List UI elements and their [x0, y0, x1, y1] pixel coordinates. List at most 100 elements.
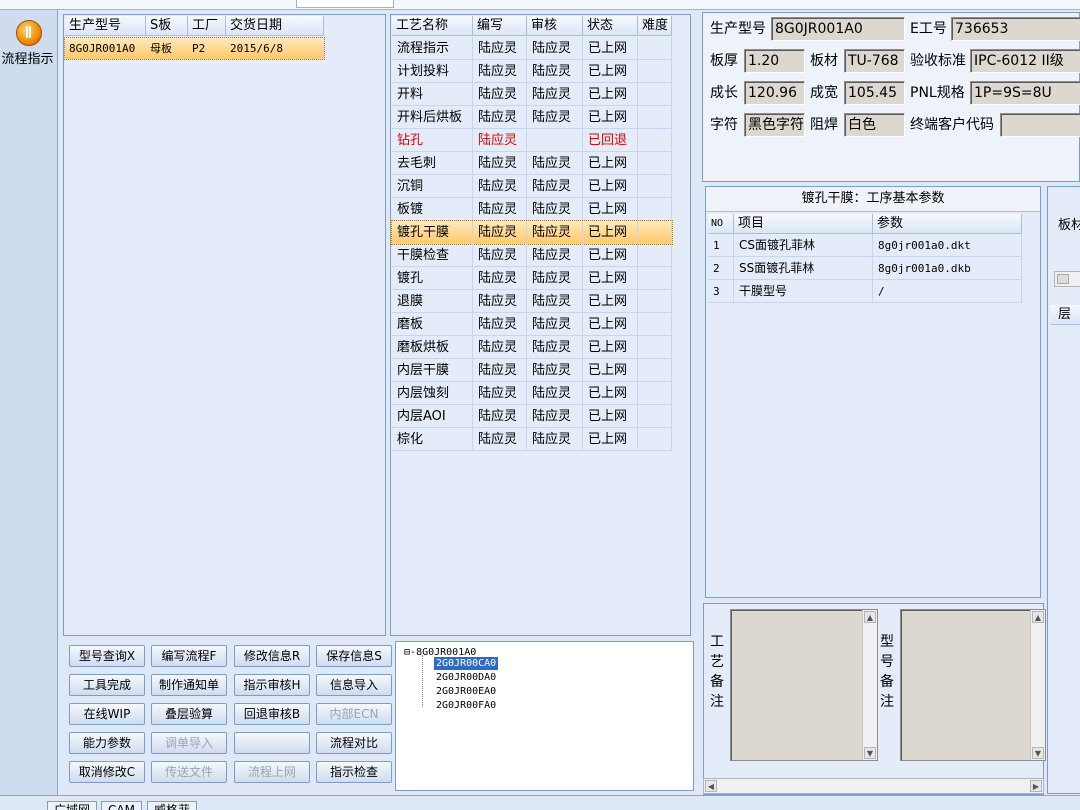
table-row[interactable]: 开料后烘板 陆应灵 陆应灵 已上网 [392, 106, 672, 129]
table-row[interactable]: 干膜检查 陆应灵 陆应灵 已上网 [392, 244, 672, 267]
table-row[interactable]: 去毛刺 陆应灵 陆应灵 已上网 [392, 152, 672, 175]
table-row[interactable]: 2 SS面镀孔菲林 8g0jr001a0.dkb [708, 257, 1022, 280]
col-difficulty[interactable]: 难度 [638, 16, 672, 36]
action-button-3-1[interactable]: 在线WIP [69, 703, 145, 725]
table-row[interactable]: 沉铜 陆应灵 陆应灵 已上网 [392, 175, 672, 198]
top-tab[interactable] [296, 0, 394, 8]
table-row[interactable]: 3 干膜型号 / [708, 280, 1022, 303]
table-row[interactable]: 退膜 陆应灵 陆应灵 已上网 [392, 290, 672, 313]
tree-node[interactable]: 2G0JR00CA0 [434, 657, 499, 670]
action-button-5-1[interactable]: 取消修改C [69, 761, 145, 783]
table-row[interactable]: 内层AOI 陆应灵 陆应灵 已上网 [392, 405, 672, 428]
scroll-right-icon[interactable]: ▶ [1030, 780, 1042, 792]
process-instruction-nav-button[interactable]: 流程指示 [1, 18, 56, 72]
table-row[interactable]: 棕化 陆应灵 陆应灵 已上网 [392, 428, 672, 451]
cell-author: 陆应灵 [473, 198, 527, 221]
width-field[interactable]: 105.45 [844, 81, 905, 105]
action-button-5-3[interactable]: 流程上网 [234, 761, 310, 783]
tab-third[interactable]: 威格菲 [147, 801, 198, 810]
tab-cam[interactable]: CAM [101, 801, 142, 810]
action-button-4-2[interactable]: 调单导入 [151, 732, 227, 754]
table-row[interactable]: 磨板烘板 陆应灵 陆应灵 已上网 [392, 336, 672, 359]
action-button-2-1[interactable]: 工具完成 [69, 674, 145, 696]
action-button-3-3[interactable]: 回退审核B [234, 703, 310, 725]
scroll-up-icon[interactable]: ▲ [864, 611, 876, 623]
col-item[interactable]: 项目 [734, 214, 873, 234]
tree-node[interactable]: 2G0JR00EA0 [436, 685, 496, 698]
action-button-2-4[interactable]: 信息导入 [316, 674, 392, 696]
process-note-label: 工艺备注 [710, 634, 724, 710]
table-row[interactable]: 板镀 陆应灵 陆应灵 已上网 [392, 198, 672, 221]
standard-field[interactable]: IPC-6012 II级 [970, 49, 1080, 73]
cell-process-name: 计划投料 [392, 60, 473, 83]
table-row[interactable]: 镀孔 陆应灵 陆应灵 已上网 [392, 267, 672, 290]
scroll-thumb[interactable] [1057, 274, 1069, 284]
col-process-name[interactable]: 工艺名称 [392, 16, 473, 36]
solder-mask-field[interactable]: 白色 [844, 113, 905, 137]
col-delivery-date[interactable]: 交货日期 [226, 16, 324, 36]
length-field[interactable]: 120.96 [744, 81, 805, 105]
e-number-field[interactable]: 736653 [951, 17, 1080, 41]
pnl-field[interactable]: 1P=9S=8U [970, 81, 1080, 105]
model-note-field[interactable]: ▲ ▼ [900, 609, 1046, 761]
cell-difficulty [638, 198, 672, 221]
character-field[interactable]: 黑色字符 [744, 113, 805, 137]
action-button-1-4[interactable]: 保存信息S [316, 645, 392, 667]
tree-node[interactable]: 2G0JR00FA0 [436, 699, 496, 712]
col-s-board[interactable]: S板 [146, 16, 188, 36]
action-button-3-2[interactable]: 叠层验算 [151, 703, 227, 725]
col-model[interactable]: 生产型号 [65, 16, 146, 36]
table-row[interactable]: 8G0JR001A0 母板 P2 2015/6/8 [64, 37, 325, 60]
cell-item: SS面镀孔菲林 [734, 257, 873, 280]
table-row[interactable]: 流程指示 陆应灵 陆应灵 已上网 [392, 37, 672, 60]
thickness-field[interactable]: 1.20 [744, 49, 805, 73]
table-row[interactable]: 开料 陆应灵 陆应灵 已上网 [392, 83, 672, 106]
action-button-4-3[interactable] [234, 732, 310, 754]
action-button-1-3[interactable]: 修改信息R [234, 645, 310, 667]
table-row[interactable]: 内层蚀刻 陆应灵 陆应灵 已上网 [392, 382, 672, 405]
tree-node[interactable]: 2G0JR00DA0 [436, 671, 496, 684]
scroll-up-icon[interactable]: ▲ [1032, 611, 1044, 623]
cell-process-name: 内层干膜 [392, 359, 473, 382]
scroll-down-icon[interactable]: ▼ [864, 747, 876, 759]
scroll-left-icon[interactable]: ◀ [705, 780, 717, 792]
col-status[interactable]: 状态 [583, 16, 638, 36]
table-row[interactable]: 内层干膜 陆应灵 陆应灵 已上网 [392, 359, 672, 382]
horizontal-scrollbar[interactable] [1054, 271, 1080, 287]
vertical-scrollbar[interactable]: ▲ ▼ [862, 610, 877, 760]
customer-code-field[interactable] [1000, 113, 1080, 137]
col-no[interactable]: NO [708, 214, 734, 234]
model-field[interactable]: 8G0JR001A0 [771, 17, 905, 41]
table-row[interactable]: 1 CS面镀孔菲林 8g0jr001a0.dkt [708, 234, 1022, 257]
col-reviewer[interactable]: 审核 [527, 16, 583, 36]
scroll-down-icon[interactable]: ▼ [1032, 747, 1044, 759]
vertical-scrollbar[interactable]: ▲ ▼ [1030, 610, 1045, 760]
action-button-3-4[interactable]: 内部ECN [316, 703, 392, 725]
action-button-1-2[interactable]: 编写流程F [151, 645, 227, 667]
collapse-icon[interactable]: ⊟ [404, 647, 410, 658]
cell-process-name: 干膜检查 [392, 244, 473, 267]
material-field[interactable]: TU-768 [844, 49, 905, 73]
horizontal-scrollbar[interactable]: ◀ ▶ [703, 778, 1044, 794]
action-button-4-4[interactable]: 流程对比 [316, 732, 392, 754]
top-menu-strip [0, 0, 1080, 10]
cell-author: 陆应灵 [473, 382, 527, 405]
action-button-5-2[interactable]: 传送文件 [151, 761, 227, 783]
action-button-2-3[interactable]: 指示审核H [234, 674, 310, 696]
cell-reviewer: 陆应灵 [527, 336, 583, 359]
table-row[interactable]: 钻孔 陆应灵 已回退 [392, 129, 672, 152]
cell-author: 陆应灵 [473, 428, 527, 451]
table-row[interactable]: 镀孔干膜 陆应灵 陆应灵 已上网 [391, 220, 673, 245]
action-button-1-1[interactable]: 型号查询X [69, 645, 145, 667]
action-button-4-1[interactable]: 能力参数 [69, 732, 145, 754]
action-button-2-2[interactable]: 制作通知单 [151, 674, 227, 696]
tab-wan[interactable]: 广域网 [47, 801, 98, 810]
process-note-field[interactable]: ▲ ▼ [730, 609, 878, 761]
col-factory[interactable]: 工厂 [188, 16, 226, 36]
cell-status: 已上网 [583, 152, 638, 175]
action-button-5-4[interactable]: 指示检查 [316, 761, 392, 783]
table-row[interactable]: 计划投料 陆应灵 陆应灵 已上网 [392, 60, 672, 83]
col-author[interactable]: 编写 [473, 16, 527, 36]
col-param[interactable]: 参数 [873, 214, 1022, 234]
table-row[interactable]: 磨板 陆应灵 陆应灵 已上网 [392, 313, 672, 336]
